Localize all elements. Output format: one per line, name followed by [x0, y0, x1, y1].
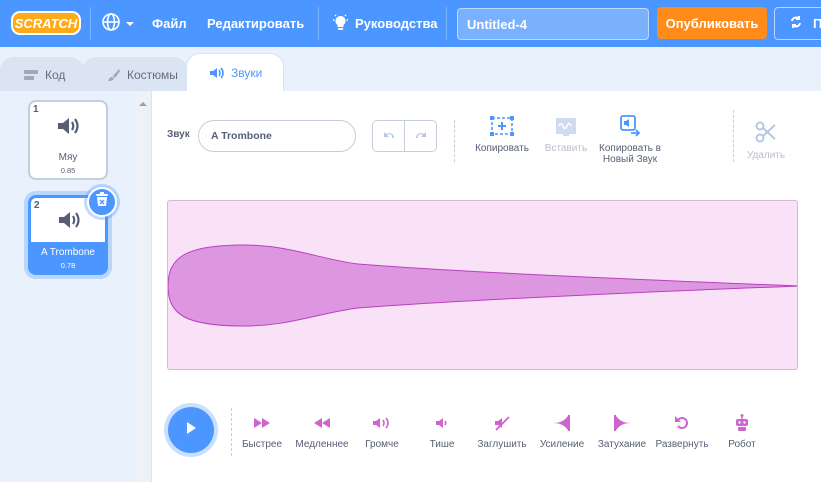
paste-button[interactable]: Вставить: [541, 113, 591, 154]
tab-costumes[interactable]: Костюмы: [82, 57, 188, 91]
effect-label: Быстрее: [241, 439, 282, 450]
sound-number: 2: [34, 200, 40, 211]
share-button[interactable]: П: [774, 7, 821, 40]
paste-label: Вставить: [544, 143, 588, 154]
effect-fade-in-button[interactable]: Усиление: [538, 412, 586, 450]
redo-button[interactable]: [404, 121, 436, 151]
copy-to-new-label: Копировать в Новый Звук: [599, 143, 661, 165]
sound-number: 1: [33, 104, 39, 115]
tab-sounds-label: Звуки: [231, 65, 263, 80]
menu-divider: [90, 7, 91, 40]
tab-code[interactable]: Код: [0, 57, 84, 91]
menu-bar: SCRATCH Файл Редактировать Руководства U…: [0, 0, 821, 47]
globe-icon: [101, 12, 121, 35]
tab-sounds[interactable]: Звуки: [186, 53, 284, 91]
sound-duration: 0.78: [60, 261, 76, 270]
scissors-icon: [755, 119, 777, 143]
effect-label: Громче: [365, 439, 399, 450]
effect-reverse-button[interactable]: Развернуть: [654, 412, 710, 450]
svg-text:SCRATCH: SCRATCH: [15, 16, 78, 31]
copy-button[interactable]: Копировать: [474, 113, 530, 154]
delete-button[interactable]: Удалить: [744, 119, 788, 161]
undo-icon: [382, 127, 396, 145]
effect-label: Затухание: [597, 439, 647, 450]
share-label: П: [813, 16, 821, 31]
copy-to-new-icon: [617, 113, 643, 137]
effect-label: Развернуть: [655, 439, 709, 450]
scroll-up-icon[interactable]: [137, 96, 149, 106]
effect-louder-button[interactable]: Громче: [362, 412, 402, 450]
waveform-area[interactable]: [167, 200, 798, 370]
language-menu[interactable]: [101, 0, 135, 47]
effect-softer-button[interactable]: Тише: [427, 412, 457, 450]
file-menu[interactable]: Файл: [152, 0, 187, 47]
speaker-icon: [209, 66, 225, 80]
code-icon: [23, 68, 39, 82]
edit-menu[interactable]: Редактировать: [207, 0, 304, 47]
undo-button[interactable]: [373, 121, 404, 151]
effect-faster-button[interactable]: Быстрее: [241, 412, 283, 450]
effects-divider: [231, 408, 232, 456]
delete-label: Удалить: [746, 150, 786, 161]
tutorials-label: Руководства: [355, 16, 438, 31]
faster-icon: [253, 412, 271, 434]
fade-out-icon: [612, 412, 632, 434]
chevron-down-icon: [125, 16, 135, 31]
robot-icon: [734, 412, 750, 434]
tab-code-label: Код: [45, 67, 66, 82]
project-title-input[interactable]: Untitled-4: [457, 8, 649, 40]
waveform: [168, 244, 797, 327]
undo-redo-group: [372, 120, 437, 152]
redo-icon: [414, 127, 428, 145]
mute-icon: [494, 412, 510, 434]
effect-label: Медленнее: [295, 439, 349, 450]
effect-robot-button[interactable]: Робот: [726, 412, 758, 450]
publish-button[interactable]: Опубликовать: [657, 7, 767, 39]
fade-in-icon: [552, 412, 572, 434]
reverse-icon: [674, 412, 690, 434]
sound-name: Мяу: [58, 152, 78, 163]
play-icon: [183, 420, 199, 441]
sound-duration: 0.85: [60, 166, 76, 175]
effect-label: Тише: [429, 439, 455, 450]
effect-label: Заглушить: [477, 439, 527, 450]
copy-to-new-button[interactable]: Копировать в Новый Звук: [598, 113, 662, 165]
lightbulb-icon: [332, 13, 349, 35]
sound-name-input[interactable]: A Trombone: [198, 120, 356, 152]
effect-fade-out-button[interactable]: Затухание: [596, 412, 648, 450]
tab-costumes-label: Костюмы: [127, 67, 178, 82]
effect-label: Робот: [728, 439, 756, 450]
toolbar-divider: [454, 120, 455, 162]
effect-label: Усиление: [539, 439, 585, 450]
speaker-icon: [57, 116, 81, 141]
speaker-icon: [58, 210, 82, 235]
play-sound-button[interactable]: [168, 407, 214, 453]
copy-icon: [489, 113, 515, 137]
scratch-logo[interactable]: SCRATCH: [11, 10, 81, 36]
tutorials-menu[interactable]: Руководства: [332, 0, 438, 47]
softer-icon: [435, 412, 449, 434]
sound-list-scrollbar[interactable]: [136, 91, 151, 482]
delete-sound-button[interactable]: [87, 187, 117, 217]
effect-slower-button[interactable]: Медленнее: [294, 412, 350, 450]
sound-tile-meow[interactable]: 1 Мяу 0.85: [28, 100, 108, 180]
copy-label: Копировать: [475, 143, 529, 154]
slower-icon: [313, 412, 331, 434]
paste-icon: [553, 113, 579, 137]
brush-icon: [107, 68, 121, 82]
refresh-icon: [789, 15, 803, 32]
toolbar-divider: [733, 110, 734, 162]
sound-name: A Trombone: [41, 247, 95, 258]
trash-icon: [95, 192, 109, 212]
sound-name-label: Звук: [167, 129, 190, 140]
menu-divider: [446, 7, 447, 40]
effect-mute-button[interactable]: Заглушить: [476, 412, 528, 450]
menu-divider: [318, 7, 319, 40]
louder-icon: [372, 412, 392, 434]
